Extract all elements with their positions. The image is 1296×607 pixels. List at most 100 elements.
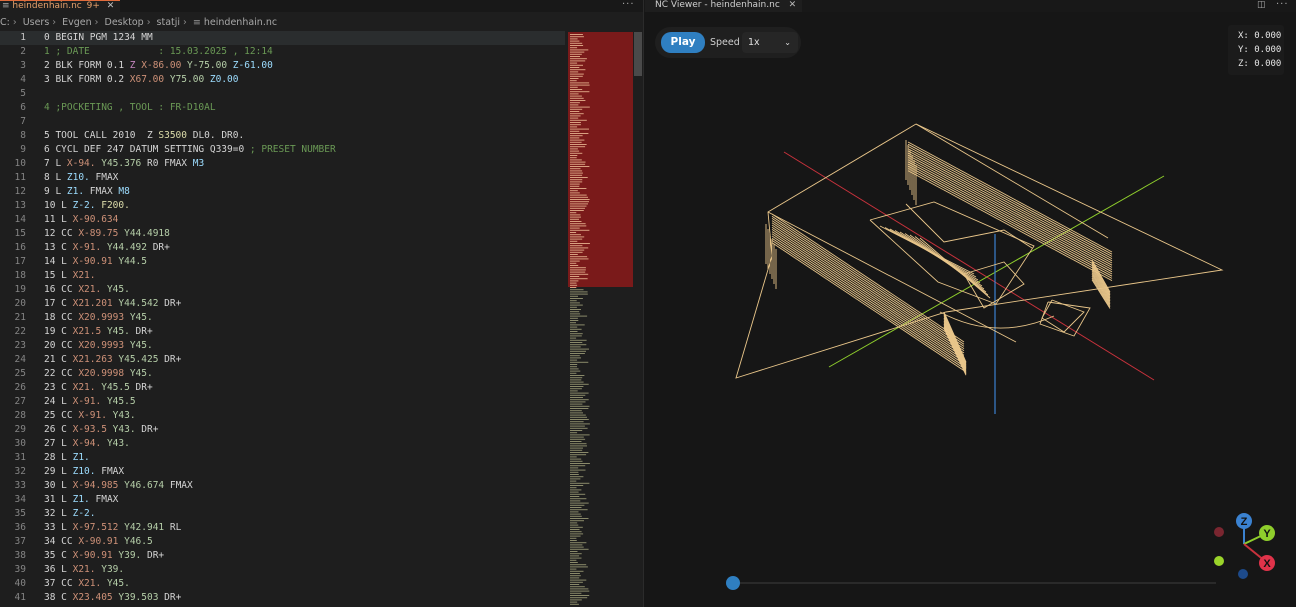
code-line[interactable]: 11 8 L Z10. FMAX xyxy=(0,171,565,185)
code-line[interactable]: 16 13 C X-91. Y44.492 DR+ xyxy=(0,241,565,255)
breadcrumb-item[interactable]: Evgen xyxy=(62,17,92,28)
minimap-line xyxy=(570,410,582,412)
axis-gizmo[interactable]: Z Y X xyxy=(1208,510,1288,580)
minimap-line xyxy=(570,414,586,416)
minimap-line xyxy=(570,449,583,451)
code-line[interactable]: 34 31 L Z1. FMAX xyxy=(0,493,565,507)
code-line[interactable]: 17 14 L X-90.91 Y44.5 xyxy=(0,255,565,269)
minimap-line xyxy=(570,535,581,537)
play-button[interactable]: Play xyxy=(661,32,705,53)
breadcrumb-item[interactable]: C: xyxy=(0,17,10,28)
breadcrumb-item[interactable]: Desktop xyxy=(105,17,144,28)
code-line[interactable]: 3 2 BLK FORM 0.1 Z X-86.00 Y-75.00 Z-61.0… xyxy=(0,59,565,73)
code-line[interactable]: 19 16 CC X21. Y45. xyxy=(0,283,565,297)
close-icon[interactable]: ✕ xyxy=(789,0,797,10)
code-token: Y46.674 xyxy=(124,480,170,491)
close-icon[interactable]: ✕ xyxy=(107,1,115,11)
code-token: DR+ xyxy=(135,382,153,393)
code-line[interactable]: 33 30 L X-94.985 Y46.674 FMAX xyxy=(0,479,565,493)
code-line[interactable]: 8 5 TOOL CALL 2010 Z S3500 DL0. DR0. xyxy=(0,129,565,143)
code-editor[interactable]: 1 0 BEGIN PGM 1234 MM 2 1 ; DATE : 15.03.20… xyxy=(0,31,643,607)
code-line[interactable]: 31 28 L Z1. xyxy=(0,451,565,465)
code-line[interactable]: 36 33 L X-97.512 Y42.941 RL xyxy=(0,521,565,535)
code-line[interactable]: 41 38 C X23.405 Y39.503 DR+ xyxy=(0,591,565,605)
code-line[interactable]: 25 22 CC X20.9998 Y45. xyxy=(0,367,565,381)
code-line[interactable]: 15 12 CC X-89.75 Y44.4918 xyxy=(0,227,565,241)
line-text: 20 CC X20.9993 Y45. xyxy=(44,339,153,353)
more-actions-icon[interactable]: ··· xyxy=(622,0,635,10)
code-line[interactable]: 9 6 CYCL DEF 247 DATUM SETTING Q339=0 ; P… xyxy=(0,143,565,157)
timeline-handle[interactable] xyxy=(726,576,740,590)
line-text: 16 CC X21. Y45. xyxy=(44,283,130,297)
code-line[interactable]: 4 3 BLK FORM 0.2 X67.00 Y75.00 Z0.00 xyxy=(0,73,565,87)
code-line[interactable]: 6 4 ;POCKETING , TOOL : FR-D10AL xyxy=(0,101,565,115)
more-actions-icon[interactable]: ··· xyxy=(1276,0,1289,10)
minimap-line xyxy=(570,221,582,222)
minimap-line xyxy=(570,247,589,249)
minimap-line xyxy=(570,575,581,577)
code-line[interactable]: 20 17 C X21.201 Y44.542 DR+ xyxy=(0,297,565,311)
gizmo-neg-x[interactable] xyxy=(1214,527,1224,537)
tab-editor-file[interactable]: ≡ heindenhain.nc 9+ ✕ xyxy=(0,0,120,12)
line-text: 36 L X21. Y39. xyxy=(44,563,124,577)
gizmo-neg-y[interactable] xyxy=(1214,556,1224,566)
minimap-line xyxy=(570,181,583,183)
code-line[interactable]: 29 26 C X-93.5 Y43. DR+ xyxy=(0,423,565,437)
line-text: 11 L X-90.634 xyxy=(44,213,118,227)
code-line[interactable]: 27 24 L X-91. Y45.5 xyxy=(0,395,565,409)
pocket-pass xyxy=(907,165,1113,277)
minimap-line xyxy=(570,425,585,427)
minimap-line xyxy=(570,372,577,374)
tab-nc-viewer[interactable]: NC Viewer - heindenhain.nc ✕ xyxy=(645,0,802,12)
timeline-slider[interactable] xyxy=(733,582,1216,584)
code-line[interactable]: 22 19 C X21.5 Y45. DR+ xyxy=(0,325,565,339)
center-pocket xyxy=(905,203,1033,249)
code-line[interactable]: 21 18 CC X20.9993 Y45. xyxy=(0,311,565,325)
code-line[interactable]: 35 32 L Z-2. xyxy=(0,507,565,521)
code-line[interactable]: 12 9 L Z1. FMAX M8 xyxy=(0,185,565,199)
minimap-line xyxy=(570,298,583,299)
minimap-line xyxy=(570,276,580,277)
minimap-line xyxy=(570,524,579,526)
line-number: 37 xyxy=(14,536,26,547)
breadcrumb-item[interactable]: statji xyxy=(157,17,181,28)
code-line[interactable]: 5 xyxy=(0,87,565,101)
code-line[interactable]: 37 34 CC X-90.91 Y46.5 xyxy=(0,535,565,549)
breadcrumb-item[interactable]: Users xyxy=(23,17,50,28)
scrollbar-thumb[interactable] xyxy=(634,32,642,76)
line-number: 12 xyxy=(14,186,26,197)
minimap-line xyxy=(570,489,582,491)
minimap-line xyxy=(570,458,582,460)
pocket-pass xyxy=(771,220,965,349)
code-line[interactable]: 13 10 L Z-2. F200. xyxy=(0,199,565,213)
line-number: 26 xyxy=(14,382,26,393)
code-line[interactable]: 1 0 BEGIN PGM 1234 MM xyxy=(0,31,565,45)
minimap-line xyxy=(570,500,581,502)
minimap-line xyxy=(570,86,578,88)
gizmo-neg-z[interactable] xyxy=(1238,569,1248,579)
code-line[interactable]: 40 37 CC X21. Y45. xyxy=(0,577,565,591)
code-line[interactable]: 26 23 C X21. Y45.5 DR+ xyxy=(0,381,565,395)
code-token: X21.263 xyxy=(72,354,119,365)
code-line[interactable]: 28 25 CC X-91. Y43. xyxy=(0,409,565,423)
code-line[interactable]: 32 29 L Z10. FMAX xyxy=(0,465,565,479)
speed-select[interactable]: 1x ⌄ xyxy=(742,32,798,53)
code-line[interactable]: 38 35 C X-90.91 Y39. DR+ xyxy=(0,549,565,563)
minimap-line xyxy=(570,427,588,429)
code-line[interactable]: 10 7 L X-94. Y45.376 R0 FMAX M3 xyxy=(0,157,565,171)
code-line[interactable]: 30 27 L X-94. Y43. xyxy=(0,437,565,451)
split-editor-icon[interactable]: ◫ xyxy=(1257,0,1267,10)
code-line[interactable]: 7 xyxy=(0,115,565,129)
minimap-line xyxy=(570,531,582,533)
code-line[interactable]: 24 21 C X21.263 Y45.425 DR+ xyxy=(0,353,565,367)
editor-scrollbar[interactable] xyxy=(633,32,643,607)
minimap[interactable] xyxy=(568,32,633,607)
breadcrumb-item[interactable]: heindenhain.nc xyxy=(204,17,277,28)
toolpath-scene[interactable] xyxy=(644,12,1296,572)
code-line[interactable]: 2 1 ; DATE : 15.03.2025 , 12:14 xyxy=(0,45,565,59)
pocket-pass xyxy=(771,240,965,369)
code-line[interactable]: 18 15 L X21. xyxy=(0,269,565,283)
code-line[interactable]: 39 36 L X21. Y39. xyxy=(0,563,565,577)
code-line[interactable]: 23 20 CC X20.9993 Y45. xyxy=(0,339,565,353)
code-line[interactable]: 14 11 L X-90.634 xyxy=(0,213,565,227)
